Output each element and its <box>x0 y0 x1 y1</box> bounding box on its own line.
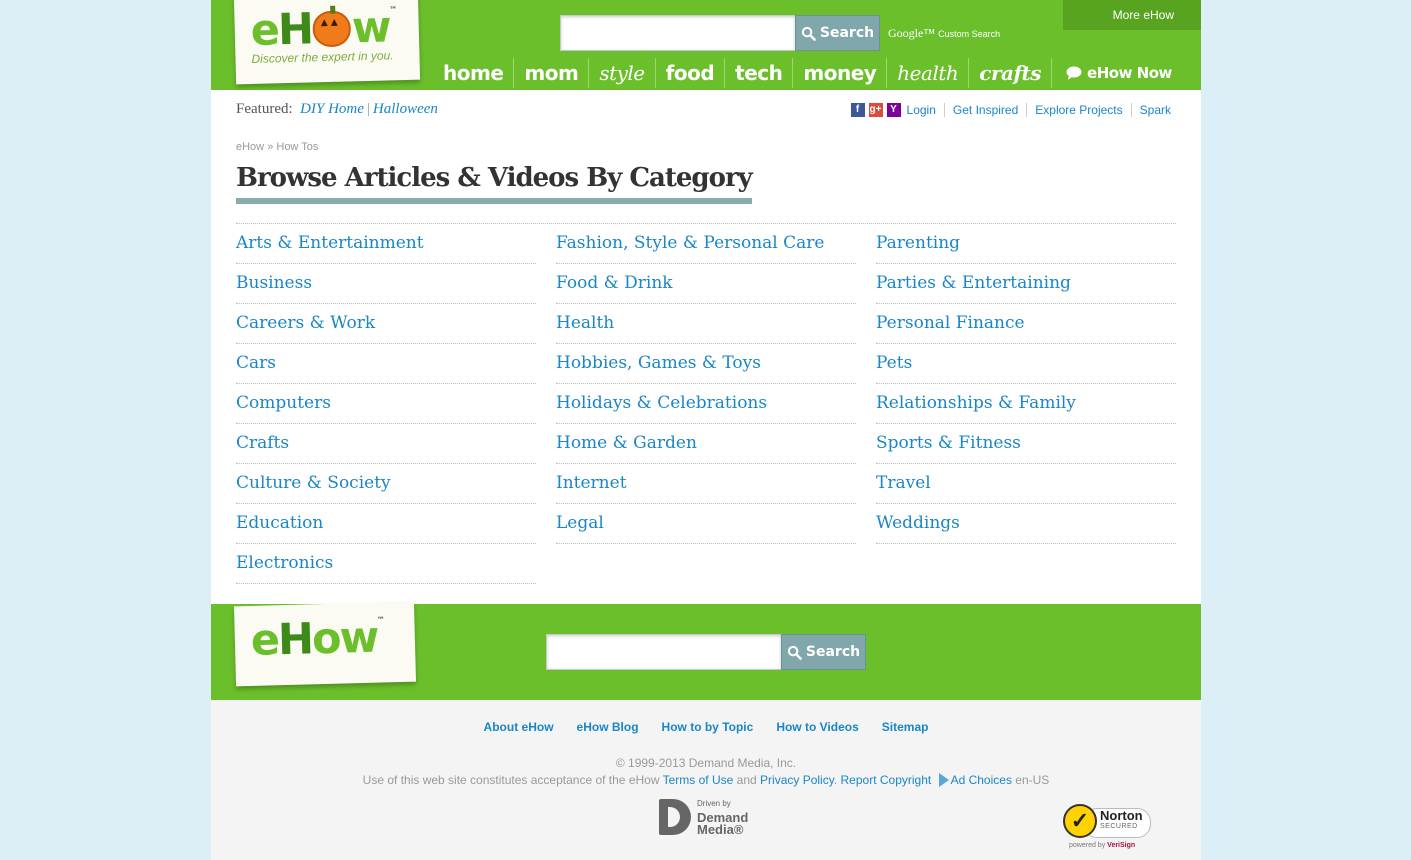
demand-media-icon <box>659 799 691 835</box>
demand-media-logo[interactable]: Driven by Demand Media® <box>659 798 748 836</box>
copyright: © 1999-2013 Demand Media, Inc. <box>615 756 797 770</box>
breadcrumb: eHow » How Tos <box>236 141 319 153</box>
featured-bar: Featured: DIY Home | Halloween <box>236 101 438 118</box>
category-link[interactable]: Arts & Entertainment <box>236 224 536 264</box>
privacy-policy-link[interactable]: Privacy Policy <box>760 773 834 787</box>
category-link[interactable]: Weddings <box>876 504 1176 544</box>
category-link[interactable]: Business <box>236 264 536 304</box>
category-link[interactable]: Crafts <box>236 424 536 464</box>
featured-label: Featured: <box>236 101 293 117</box>
featured-link-halloween[interactable]: Halloween <box>373 101 438 117</box>
header: eHw™ Discover the expert in you. Search … <box>211 0 1201 90</box>
category-link[interactable]: Parenting <box>876 224 1176 264</box>
header-search: Search <box>560 15 880 51</box>
footer-logo-wordmark: eHow™ <box>250 612 383 666</box>
report-copyright-link[interactable]: Report Copyright <box>841 773 932 787</box>
page-title: Browse Articles & Videos By Category <box>236 163 753 204</box>
nav-style[interactable]: style <box>589 58 656 88</box>
category-column: Arts & Entertainment Business Careers & … <box>236 224 536 584</box>
category-link[interactable]: Cars <box>236 344 536 384</box>
footer-link-blog[interactable]: eHow Blog <box>577 720 639 734</box>
search-icon <box>787 645 802 660</box>
logo-wordmark: eHw™ <box>250 2 396 56</box>
footer-search: Search <box>546 634 866 670</box>
login-link[interactable]: Login <box>905 103 944 117</box>
category-link[interactable]: Food & Drink <box>556 264 856 304</box>
ehow-logo[interactable]: eHw™ Discover the expert in you. <box>233 0 421 85</box>
explore-projects-link[interactable]: Explore Projects <box>1026 103 1130 117</box>
category-link[interactable]: Relationships & Family <box>876 384 1176 424</box>
nav-money[interactable]: money <box>793 58 888 88</box>
footer-links: About eHow eHow Blog How to by Topic How… <box>211 720 1201 734</box>
category-link[interactable]: Personal Finance <box>876 304 1176 344</box>
logo-tagline: Discover the expert in you. <box>251 48 394 66</box>
top-links: f g+ Y Login Get Inspired Explore Projec… <box>850 103 1179 117</box>
nav-food[interactable]: food <box>656 58 726 88</box>
search-icon <box>801 26 816 41</box>
main-nav: home mom style food tech money health cr… <box>433 56 1182 90</box>
pumpkin-icon <box>312 10 352 48</box>
category-link[interactable]: Legal <box>556 504 856 544</box>
nav-mom[interactable]: mom <box>514 58 590 88</box>
footer-search-input[interactable] <box>546 634 782 670</box>
category-link[interactable]: Pets <box>876 344 1176 384</box>
category-column: Parenting Parties & Entertaining Persona… <box>876 224 1176 544</box>
featured-separator: | <box>366 101 370 117</box>
category-link[interactable]: Sports & Fitness <box>876 424 1176 464</box>
search-input[interactable] <box>560 15 796 51</box>
terms-of-use-link[interactable]: Terms of Use <box>663 773 734 787</box>
category-link[interactable]: Internet <box>556 464 856 504</box>
featured-link-diy-home[interactable]: DIY Home <box>300 101 364 117</box>
category-link[interactable]: Education <box>236 504 536 544</box>
spark-link[interactable]: Spark <box>1130 103 1179 117</box>
footer-link-how-to-by-topic[interactable]: How to by Topic <box>662 720 754 734</box>
category-column: Fashion, Style & Personal Care Food & Dr… <box>556 224 856 544</box>
breadcrumb-home[interactable]: eHow <box>236 141 264 153</box>
breadcrumb-current[interactable]: How Tos <box>276 141 318 153</box>
footer-search-button[interactable]: Search <box>781 634 866 670</box>
search-button[interactable]: Search <box>795 15 880 51</box>
category-link[interactable]: Travel <box>876 464 1176 504</box>
category-link[interactable]: Hobbies, Games & Toys <box>556 344 856 384</box>
speech-bubble-icon <box>1066 66 1082 80</box>
checkmark-icon: ✓ <box>1063 804 1097 838</box>
norton-secured-badge[interactable]: Norton SECURED ✓ powered by VeriSign <box>1063 802 1153 852</box>
footer-link-about[interactable]: About eHow <box>484 720 554 734</box>
category-link[interactable]: Home & Garden <box>556 424 856 464</box>
page-container: eHw™ Discover the expert in you. Search … <box>211 0 1201 860</box>
category-link[interactable]: Parties & Entertaining <box>876 264 1176 304</box>
google-custom-search-label: Google™ Custom Search <box>888 26 1001 40</box>
nav-ehow-now[interactable]: eHow Now <box>1052 58 1182 88</box>
ad-choices-link[interactable]: Ad Choices <box>951 773 1012 787</box>
more-ehow-label: More eHow <box>1112 8 1174 22</box>
facebook-icon[interactable]: f <box>850 103 865 117</box>
footer: About eHow eHow Blog How to by Topic How… <box>211 700 1201 860</box>
footer-link-how-to-videos[interactable]: How to Videos <box>776 720 858 734</box>
category-link[interactable]: Health <box>556 304 856 344</box>
nav-tech[interactable]: tech <box>725 58 794 88</box>
category-link[interactable]: Careers & Work <box>236 304 536 344</box>
more-ehow-tab[interactable]: More eHow <box>1063 0 1201 30</box>
footer-ehow-logo[interactable]: eHow™ <box>233 601 417 687</box>
category-link[interactable]: Electronics <box>236 544 536 584</box>
category-link[interactable]: Holidays & Celebrations <box>556 384 856 424</box>
nav-home[interactable]: home <box>433 58 515 88</box>
yahoo-icon[interactable]: Y <box>886 103 901 117</box>
ad-choices-icon <box>938 773 949 787</box>
footer-link-sitemap[interactable]: Sitemap <box>882 720 929 734</box>
legal-line: Use of this web site constitutes accepta… <box>362 773 1050 787</box>
google-plus-icon[interactable]: g+ <box>868 103 883 117</box>
category-link[interactable]: Computers <box>236 384 536 424</box>
category-link[interactable]: Culture & Society <box>236 464 536 504</box>
category-link[interactable]: Fashion, Style & Personal Care <box>556 224 856 264</box>
nav-health[interactable]: health <box>887 58 970 88</box>
get-inspired-link[interactable]: Get Inspired <box>943 103 1026 117</box>
nav-crafts[interactable]: crafts <box>969 58 1053 88</box>
